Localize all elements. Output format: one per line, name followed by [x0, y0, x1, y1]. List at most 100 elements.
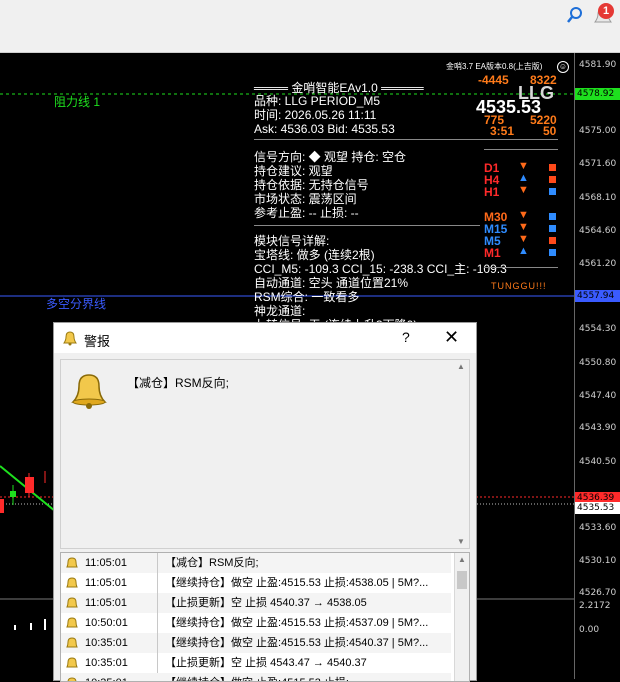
bell-icon	[66, 557, 78, 568]
tf-m30-down-icon: ▼	[518, 209, 529, 221]
alert-time: 10:50:01	[85, 617, 128, 629]
list-item[interactable]: 11:05:01 【止损更新】空 止损 4540.37 → 4538.05	[61, 593, 451, 613]
tf-m1-square	[549, 249, 556, 256]
price-tick: 4543.90	[579, 423, 617, 433]
stat-left-bot: 3:51	[490, 124, 515, 138]
alert-dialog: 警报 ? ✕ 【减仓】RSM反向; ▲ ▼ 11:05:01 【减仓】RSM反向…	[53, 322, 477, 682]
tf-m1-label: M1	[484, 246, 501, 260]
price-tick: 4530.10	[579, 556, 617, 566]
list-item[interactable]: 10:35:01 【继续持仓】做空 止盈:4515.53 止损:...	[61, 673, 451, 681]
candle	[0, 499, 4, 513]
info-signal: 信号方向: ◆ 观望 持仓: 空仓	[254, 150, 407, 164]
alert-time: 11:05:01	[85, 597, 128, 609]
price-tick: 4554.30	[579, 324, 617, 334]
stat-left-top: -4445	[478, 73, 509, 87]
price-tick: 4533.60	[579, 523, 617, 533]
cell-divider	[157, 613, 158, 633]
price-tick: 4526.70	[579, 588, 617, 598]
tf-m5-down-icon: ▼	[518, 233, 529, 245]
cell-divider	[157, 573, 158, 593]
price-tick: 4540.50	[579, 457, 617, 467]
alert-text: 【止损更新】空 止损 4543.47 → 4540.37	[165, 657, 367, 669]
info-ask-bid: Ask: 4536.03 Bid: 4535.53	[254, 122, 395, 136]
status-tunggu: TUNGGU!!!	[491, 281, 547, 291]
price-tick: 4564.60	[579, 226, 617, 236]
price-tick: 4568.10	[579, 193, 617, 203]
price-tick: 4571.60	[579, 159, 617, 169]
tf-h1-square	[549, 188, 556, 195]
scroll-up-icon[interactable]: ▲	[458, 555, 466, 564]
indicator-bar	[14, 625, 16, 630]
alert-text: 【继续持仓】做空 止盈:4515.53 止损:4538.05 | 5M?...	[165, 577, 429, 589]
message-scrollbar[interactable]: ▲ ▼	[455, 360, 469, 548]
tf-m15-down-icon: ▼	[518, 221, 529, 233]
info-time: 时间: 2026.05.26 11:11	[254, 108, 377, 122]
trend-label: 多空分界线	[46, 297, 107, 311]
info-dragon: 神龙通道:	[254, 304, 306, 318]
search-icon[interactable]	[566, 6, 584, 24]
ea-version-label: 金哨3.7 EA版本0.8(上吉版)	[446, 62, 543, 71]
cell-divider	[157, 593, 158, 613]
alert-time: 11:05:01	[85, 557, 128, 569]
resistance-price-tag: 4578.92	[575, 88, 620, 100]
tf-divider	[484, 149, 558, 150]
scroll-down-icon[interactable]: ▼	[457, 537, 465, 546]
info-suggestion: 持仓建议: 观望	[254, 164, 333, 178]
list-item[interactable]: 10:35:01 【止损更新】空 止损 4543.47 → 4540.37	[61, 653, 451, 673]
price-tick: 4561.20	[579, 259, 617, 269]
tf-m1-up-icon: ▲	[518, 245, 529, 257]
list-item[interactable]: 10:35:01 【继续持仓】做空 止盈:4515.53 止损:4540.37 …	[61, 633, 451, 653]
alert-bell-icon	[71, 374, 107, 409]
info-tower: 宝塔线: 做多 (连续2根)	[254, 248, 375, 262]
bell-icon	[66, 617, 78, 628]
dialog-titlebar[interactable]: 警报 ? ✕	[54, 323, 476, 353]
list-item[interactable]: 11:05:01 【减仓】RSM反向;	[61, 553, 451, 573]
cell-divider	[157, 553, 158, 573]
tf-h1-label: H1	[484, 185, 500, 199]
indicator-bar	[30, 623, 32, 630]
bid-price-tag: 4535.53	[575, 502, 620, 514]
alert-text: 【继续持仓】做空 止盈:4515.53 止损:4537.09 | 5M?...	[165, 617, 429, 629]
list-item[interactable]: 11:05:01 【继续持仓】做空 止盈:4515.53 止损:4538.05 …	[61, 573, 451, 593]
info-market-state: 市场状态: 震荡区间	[254, 192, 357, 206]
tf-h4-up-icon: ▲	[518, 172, 529, 184]
tf-h4-square	[549, 176, 556, 183]
panel-divider	[254, 139, 558, 140]
info-rsm: RSM综合: 一致看多	[254, 290, 360, 304]
tf-divider	[484, 267, 558, 268]
cell-divider	[157, 653, 158, 673]
info-symbol: 品种: LLG PERIOD_M5	[254, 94, 381, 108]
message-area: 【减仓】RSM反向; ▲ ▼	[60, 359, 470, 549]
indicator-tick: 2.2172	[579, 601, 611, 611]
resistance-label: 阻力线 1	[54, 95, 101, 109]
tf-d1-down-icon: ▼	[518, 160, 529, 172]
alert-time: 10:35:01	[85, 673, 128, 681]
bell-icon	[66, 657, 78, 668]
price-tick: 4547.40	[579, 391, 617, 401]
list-item[interactable]: 10:50:01 【继续持仓】做空 止盈:4515.53 止损:4537.09 …	[61, 613, 451, 633]
alert-text: 【减仓】RSM反向;	[165, 557, 259, 569]
smiley-icon: ☺	[557, 61, 569, 73]
scroll-thumb[interactable]	[457, 571, 467, 589]
alert-message: 【减仓】RSM反向;	[127, 376, 230, 390]
bell-icon	[63, 331, 77, 346]
alert-text: 【继续持仓】做空 止盈:4515.53 止损:...	[165, 673, 358, 681]
dialog-title: 警报	[84, 334, 111, 349]
top-toolbar: 1	[0, 0, 620, 53]
trend-price-tag: 4557.94	[575, 290, 620, 302]
info-basis: 持仓依据: 无持仓信号	[254, 178, 369, 192]
bell-icon	[66, 637, 78, 648]
tf-m30-square	[549, 213, 556, 220]
price-axis[interactable]: 4581.90 4578.92 4575.00 4571.60 4568.10 …	[574, 53, 620, 679]
close-button[interactable]: ✕	[444, 327, 459, 348]
tf-d1-square	[549, 164, 556, 171]
bell-icon	[66, 597, 78, 608]
price-tick: 4550.80	[579, 358, 617, 368]
alert-time: 10:35:01	[85, 637, 128, 649]
alert-history-list[interactable]: 11:05:01 【减仓】RSM反向; 11:05:01 【继续持仓】做空 止盈…	[60, 552, 470, 682]
scroll-up-icon[interactable]: ▲	[457, 362, 465, 371]
help-button[interactable]: ?	[402, 329, 410, 345]
stat-right-bot: 50	[543, 124, 557, 138]
tf-h1-down-icon: ▼	[518, 184, 529, 196]
list-scrollbar[interactable]: ▲	[454, 553, 469, 681]
